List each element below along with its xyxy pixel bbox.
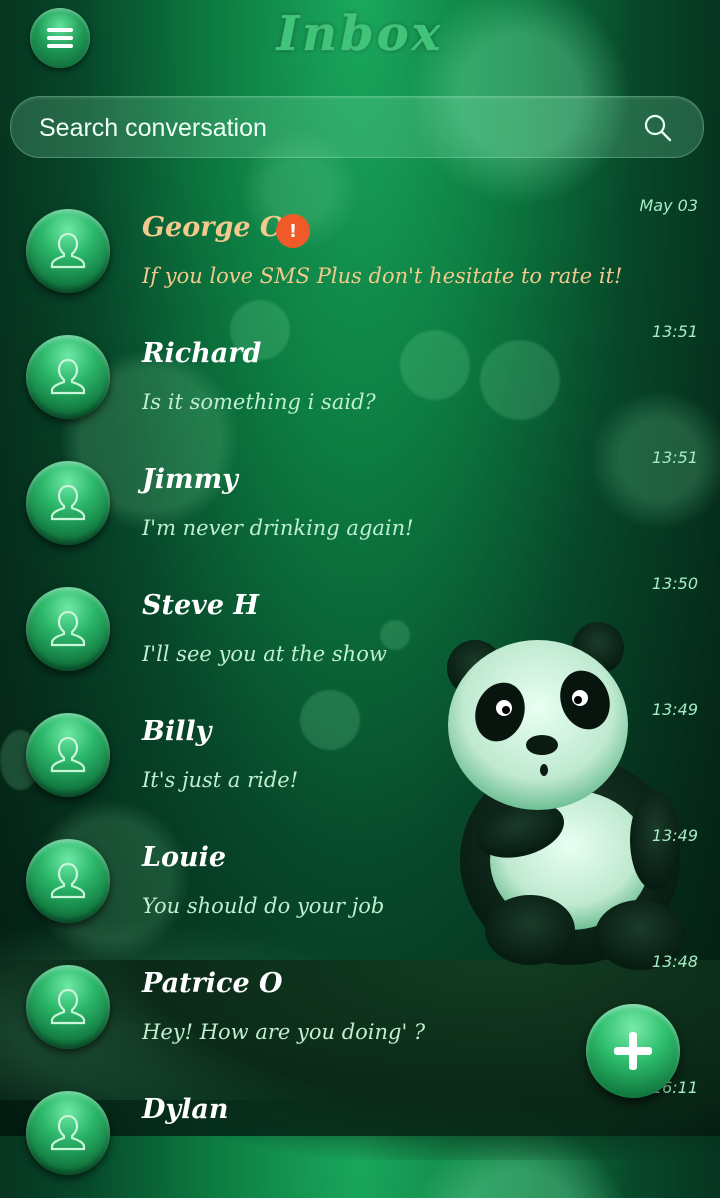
contact-silhouette-icon <box>50 1114 86 1151</box>
contact-name: George C <box>142 212 282 243</box>
search-input[interactable] <box>37 97 621 159</box>
conversation-row[interactable]: Louie You should do your job 13:49 <box>0 820 720 946</box>
contact-silhouette-icon <box>50 484 86 521</box>
contact-name: Billy <box>142 716 212 747</box>
avatar[interactable] <box>26 1091 110 1175</box>
conversation-row[interactable]: Steve H I'll see you at the show 13:50 <box>0 568 720 694</box>
conversation-row[interactable]: Jimmy I'm never drinking again! 13:51 <box>0 442 720 568</box>
message-time: 13:49 <box>651 826 698 845</box>
message-time: 13:48 <box>651 952 698 971</box>
message-preview: Hey! How are you doing' ? <box>142 1020 426 1044</box>
avatar[interactable] <box>26 839 110 923</box>
message-time: 13:50 <box>651 574 698 593</box>
message-preview: I'm never drinking again! <box>142 516 414 540</box>
page-title: Inbox <box>276 6 444 62</box>
message-time: May 03 <box>639 196 698 215</box>
plus-icon <box>614 1032 652 1070</box>
contact-silhouette-icon <box>50 232 86 269</box>
contact-name: Jimmy <box>142 464 238 495</box>
search-bar[interactable] <box>10 96 704 159</box>
new-message-button[interactable] <box>586 1004 680 1098</box>
contact-silhouette-icon <box>50 610 86 647</box>
top-bar: Inbox <box>0 0 720 90</box>
contact-name: Louie <box>142 842 227 873</box>
avatar[interactable] <box>26 713 110 797</box>
contact-silhouette-icon <box>50 736 86 773</box>
message-time: 13:51 <box>651 448 698 467</box>
message-preview: Is it something i said? <box>142 390 376 414</box>
contact-silhouette-icon <box>50 358 86 395</box>
message-preview: It's just a ride! <box>142 768 299 792</box>
message-time: 13:49 <box>651 700 698 719</box>
conversation-row[interactable]: Billy It's just a ride! 13:49 <box>0 694 720 820</box>
alert-badge: ! <box>276 214 310 248</box>
contact-name: Richard <box>142 338 262 369</box>
contact-name: Steve H <box>142 590 259 621</box>
message-time: 13:51 <box>651 322 698 341</box>
search-icon[interactable] <box>643 113 673 143</box>
contact-silhouette-icon <box>50 988 86 1025</box>
avatar[interactable] <box>26 965 110 1049</box>
conversation-row[interactable]: George C ! If you love SMS Plus don't he… <box>0 190 720 316</box>
avatar[interactable] <box>26 209 110 293</box>
contact-silhouette-icon <box>50 862 86 899</box>
message-preview: I'll see you at the show <box>142 642 387 666</box>
avatar[interactable] <box>26 461 110 545</box>
message-preview: If you love SMS Plus don't hesitate to r… <box>142 264 623 288</box>
avatar[interactable] <box>26 335 110 419</box>
contact-name: Dylan <box>142 1094 229 1125</box>
avatar[interactable] <box>26 587 110 671</box>
message-preview: You should do your job <box>142 894 385 918</box>
contact-name: Patrice O <box>142 968 283 999</box>
conversation-row[interactable]: Richard Is it something i said? 13:51 <box>0 316 720 442</box>
